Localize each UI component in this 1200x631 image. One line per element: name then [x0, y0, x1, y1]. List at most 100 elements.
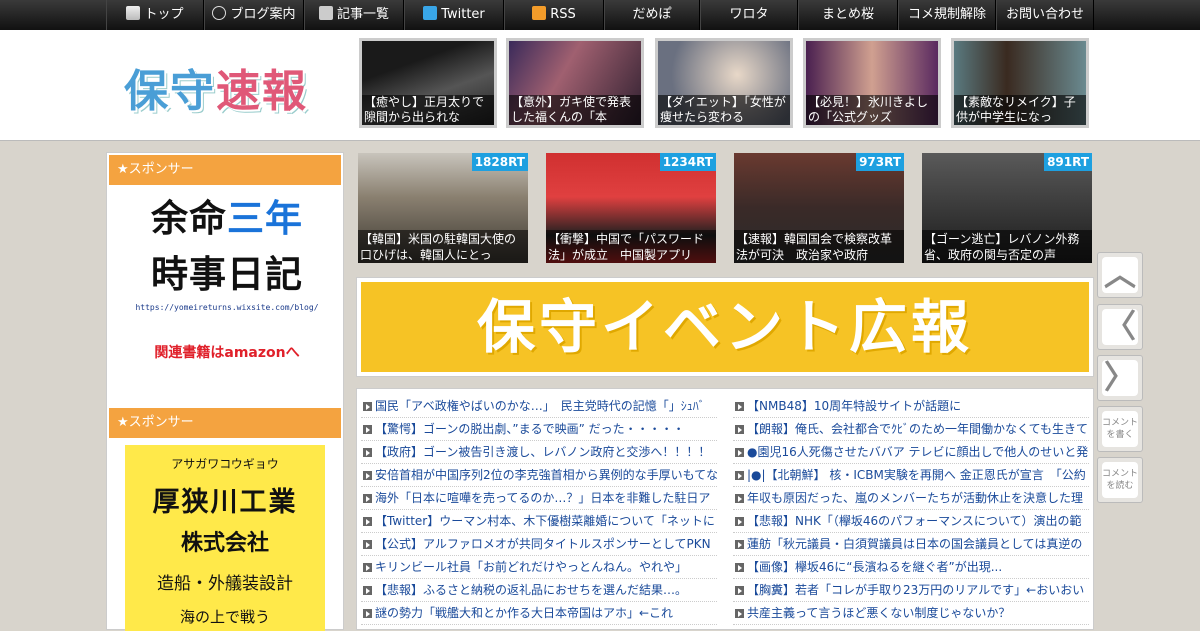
logo-text-part2: 速報: [216, 66, 308, 117]
article-link[interactable]: 国民「アベ政権やばいのかな…」 民主党時代の記憶「」ｼｭﾊﾞ: [361, 395, 717, 418]
rt-caption: 【衝撃】中国で「パスワード法」が成立 中国製アプリ: [546, 230, 716, 263]
thumb-caption: 【意外】ガキ使で発表した福くんの「本: [509, 95, 641, 125]
article-link[interactable]: |●|【北朝鮮】 核・ICBM実験を再開へ 金正恩氏が宣言 「公約: [733, 464, 1089, 487]
ad-subheadline: 時事日記: [151, 253, 303, 296]
rt-ranking-item[interactable]: 891RT 【ゴーン逃亡】レバノン外務省、政府の関与否定の声: [922, 153, 1092, 263]
nav-label: お問い合わせ: [1005, 7, 1084, 22]
nav-label: RSS: [550, 7, 576, 22]
rt-caption: 【ゴーン逃亡】レバノン外務省、政府の関与否定の声: [922, 230, 1092, 263]
thumb-caption: 【癒やし】正月太りで隙間から出られな: [362, 95, 494, 125]
rt-count-badge: 973RT: [856, 153, 904, 171]
nav-item-warota[interactable]: ワロタ: [700, 0, 798, 30]
rt-count-badge: 891RT: [1044, 153, 1092, 171]
ad-company-name: 厚狭川工業: [152, 487, 298, 518]
ad-headline-part1: 余命: [151, 197, 227, 240]
article-link[interactable]: ●園児16人死傷させたババア テレビに顔出しで他人のせいと発: [733, 441, 1089, 464]
article-link[interactable]: 【画像】欅坂46に“長濱ねるを継ぐ者”が出現...: [733, 556, 1089, 579]
article-link[interactable]: 【政府】ゴーン被告引き渡し、レバノン政府と交渉へ！！！！: [361, 441, 717, 464]
event-banner-text: 保守イベント広報: [361, 282, 1089, 372]
nav-item-article-list[interactable]: 記事一覧: [304, 0, 404, 30]
home-icon: [126, 6, 141, 20]
nav-item-comment-unblock[interactable]: コメ規制解除: [898, 0, 996, 30]
article-link[interactable]: 安倍首相が中国序列2位の李克強首相から異例的な手厚いもてな: [361, 464, 717, 487]
article-column-left: 国民「アベ政権やばいのかな…」 民主党時代の記憶「」ｼｭﾊﾞ 【驚愕】ゴーンの脱…: [361, 395, 717, 625]
nav-item-damepo[interactable]: だめぽ: [604, 0, 700, 30]
featured-thumb[interactable]: 【癒やし】正月太りで隙間から出られな: [359, 38, 497, 128]
site-logo[interactable]: 保守速報: [124, 55, 308, 119]
ad-url: https://yomeireturns.wixsite.com/blog/: [135, 303, 319, 312]
rt-ranking-item[interactable]: 1234RT 【衝撃】中国で「パスワード法」が成立 中国製アプリ: [546, 153, 716, 263]
list-icon: [318, 6, 333, 20]
nav-item-matome-sakura[interactable]: まとめ桜: [798, 0, 898, 30]
nav-label: まとめ桜: [821, 7, 874, 22]
thumb-caption: 【必見！】氷川きよしの「公式グッズ: [806, 95, 938, 125]
nav-item-top[interactable]: トップ: [106, 0, 204, 30]
write-comment-button[interactable]: コメントを書く: [1097, 406, 1143, 452]
read-comments-button[interactable]: コメントを読む: [1097, 457, 1143, 503]
sponsor-heading: ★スポンサー: [109, 155, 341, 185]
write-comment-label: コメントを書く: [1102, 418, 1139, 440]
chevron-left-icon: 〈: [1103, 307, 1136, 345]
write-comment-button-face: コメントを書く: [1102, 411, 1138, 447]
rt-ranking-item[interactable]: 1828RT 【韓国】米国の駐韓国大使の口ひげは、韓国人にとっ: [358, 153, 528, 263]
nav-item-rss[interactable]: RSS: [504, 0, 604, 30]
rt-caption: 【速報】韓国国会で検察改革法が可決 政治家や政府: [734, 230, 904, 263]
read-comments-label: コメントを読む: [1102, 469, 1139, 491]
article-list: 国民「アベ政権やばいのかな…」 民主党時代の記憶「」ｼｭﾊﾞ 【驚愕】ゴーンの脱…: [356, 388, 1094, 630]
article-link[interactable]: 年収も原因だった、嵐のメンバーたちが活動休止を決意した理: [733, 487, 1089, 510]
ad-description: 造船・外艤装設計: [157, 574, 293, 594]
article-link[interactable]: 【驚愕】ゴーンの脱出劇、”まるで映画” だった・・・・・: [361, 418, 717, 441]
article-link[interactable]: キリンビール社員「お前どれだけやっとんねん。やれや」: [361, 556, 717, 579]
rt-count-badge: 1234RT: [659, 153, 716, 171]
article-link[interactable]: 【悲報】ふるさと納税の返礼品におせちを選んだ結果…。: [361, 579, 717, 602]
ad-company-type: 株式会社: [180, 531, 269, 556]
nav-label: 記事一覧: [336, 7, 389, 22]
prev-article-button[interactable]: 〈: [1097, 304, 1143, 350]
info-icon: [212, 6, 227, 20]
thumb-caption: 【ダイエット】「女性が痩せたら変わる: [658, 95, 790, 125]
chevron-up-icon: ︿: [1103, 255, 1136, 293]
event-banner[interactable]: 保守イベント広報: [356, 277, 1094, 377]
rt-caption: 【韓国】米国の駐韓国大使の口ひげは、韓国人にとっ: [358, 230, 528, 263]
sponsor-ad-yomei[interactable]: 余命三年 時事日記 https://yomeireturns.wixsite.c…: [117, 191, 337, 381]
article-link[interactable]: 【朗報】俺氏、会社都合でｸﾋﾞのため一年間働かなくても生きて: [733, 418, 1089, 441]
ad-company-kana: アサガワコウギョウ: [171, 457, 279, 471]
scroll-top-button-face: ︿: [1102, 257, 1138, 293]
article-link[interactable]: 【NMB48】10周年特設サイトが話題に: [733, 395, 1089, 418]
thumb-caption: 【素敵なリメイク】子供が中学生になっ: [954, 95, 1086, 125]
next-article-button[interactable]: 〉: [1097, 355, 1143, 401]
scroll-top-button[interactable]: ︿: [1097, 252, 1143, 298]
article-link[interactable]: 【悲報】NHK「（欅坂46のパフォーマンスについて）演出の範: [733, 510, 1089, 533]
article-link[interactable]: 海外「日本に喧嘩を売ってるのか…？」日本を非難した駐日ア: [361, 487, 717, 510]
nav-item-contact[interactable]: お問い合わせ: [996, 0, 1094, 30]
nav-item-blog-guide[interactable]: ブログ案内: [204, 0, 304, 30]
featured-thumb[interactable]: 【ダイエット】「女性が痩せたら変わる: [655, 38, 793, 128]
logo-text-part1: 保守: [124, 66, 216, 117]
nav-label: だめぽ: [632, 7, 672, 22]
sponsor-ad-asagawa[interactable]: アサガワコウギョウ 厚狭川工業 株式会社 造船・外艤装設計 海の上で戦う: [125, 445, 325, 631]
article-link[interactable]: 【胸糞】若者「コレが手取り23万円のリアルです」←おいおい: [733, 579, 1089, 602]
sponsor-heading: ★スポンサー: [109, 408, 341, 438]
nav-label: ブログ案内: [230, 7, 296, 22]
ad-amazon-link[interactable]: 関連書籍はamazonへ: [117, 342, 337, 362]
sidebar: ★スポンサー 余命三年 時事日記 https://yomeireturns.wi…: [106, 152, 344, 631]
article-link[interactable]: 【公式】アルファロメオが共同タイトルスポンサーとしてPKN: [361, 533, 717, 556]
nav-label: ワロタ: [729, 7, 769, 22]
nav-label: コメ規制解除: [907, 7, 986, 22]
featured-thumb[interactable]: 【必見！】氷川きよしの「公式グッズ: [803, 38, 941, 128]
rss-icon: [532, 6, 547, 20]
article-link[interactable]: 謎の勢力「戦艦大和とか作る大日本帝国はアホ」←これ: [361, 602, 717, 625]
nav-label: Twitter: [441, 7, 485, 22]
article-link[interactable]: 共産主義って言うほど悪くない制度じゃないか？: [733, 602, 1089, 625]
rt-ranking-item[interactable]: 973RT 【速報】韓国国会で検察改革法が可決 政治家や政府: [734, 153, 904, 263]
featured-thumb[interactable]: 【意外】ガキ使で発表した福くんの「本: [506, 38, 644, 128]
featured-thumb[interactable]: 【素敵なリメイク】子供が中学生になっ: [951, 38, 1089, 128]
prev-article-button-face: 〈: [1102, 309, 1138, 345]
read-comments-button-face: コメントを読む: [1102, 462, 1138, 498]
twitter-icon: [423, 6, 438, 20]
ad-tagline: 海の上で戦う: [179, 608, 270, 626]
top-navigation-bar: トップ ブログ案内 記事一覧 Twitter RSS だめぽ ワロタ まとめ桜 …: [0, 0, 1200, 30]
article-link[interactable]: 蓮舫「秋元議員・白須賀議員は日本の国会議員としては真逆の: [733, 533, 1089, 556]
nav-item-twitter[interactable]: Twitter: [404, 0, 504, 30]
article-link[interactable]: 【Twitter】ウーマン村本、木下優樹菜離婚について「ネットに: [361, 510, 717, 533]
